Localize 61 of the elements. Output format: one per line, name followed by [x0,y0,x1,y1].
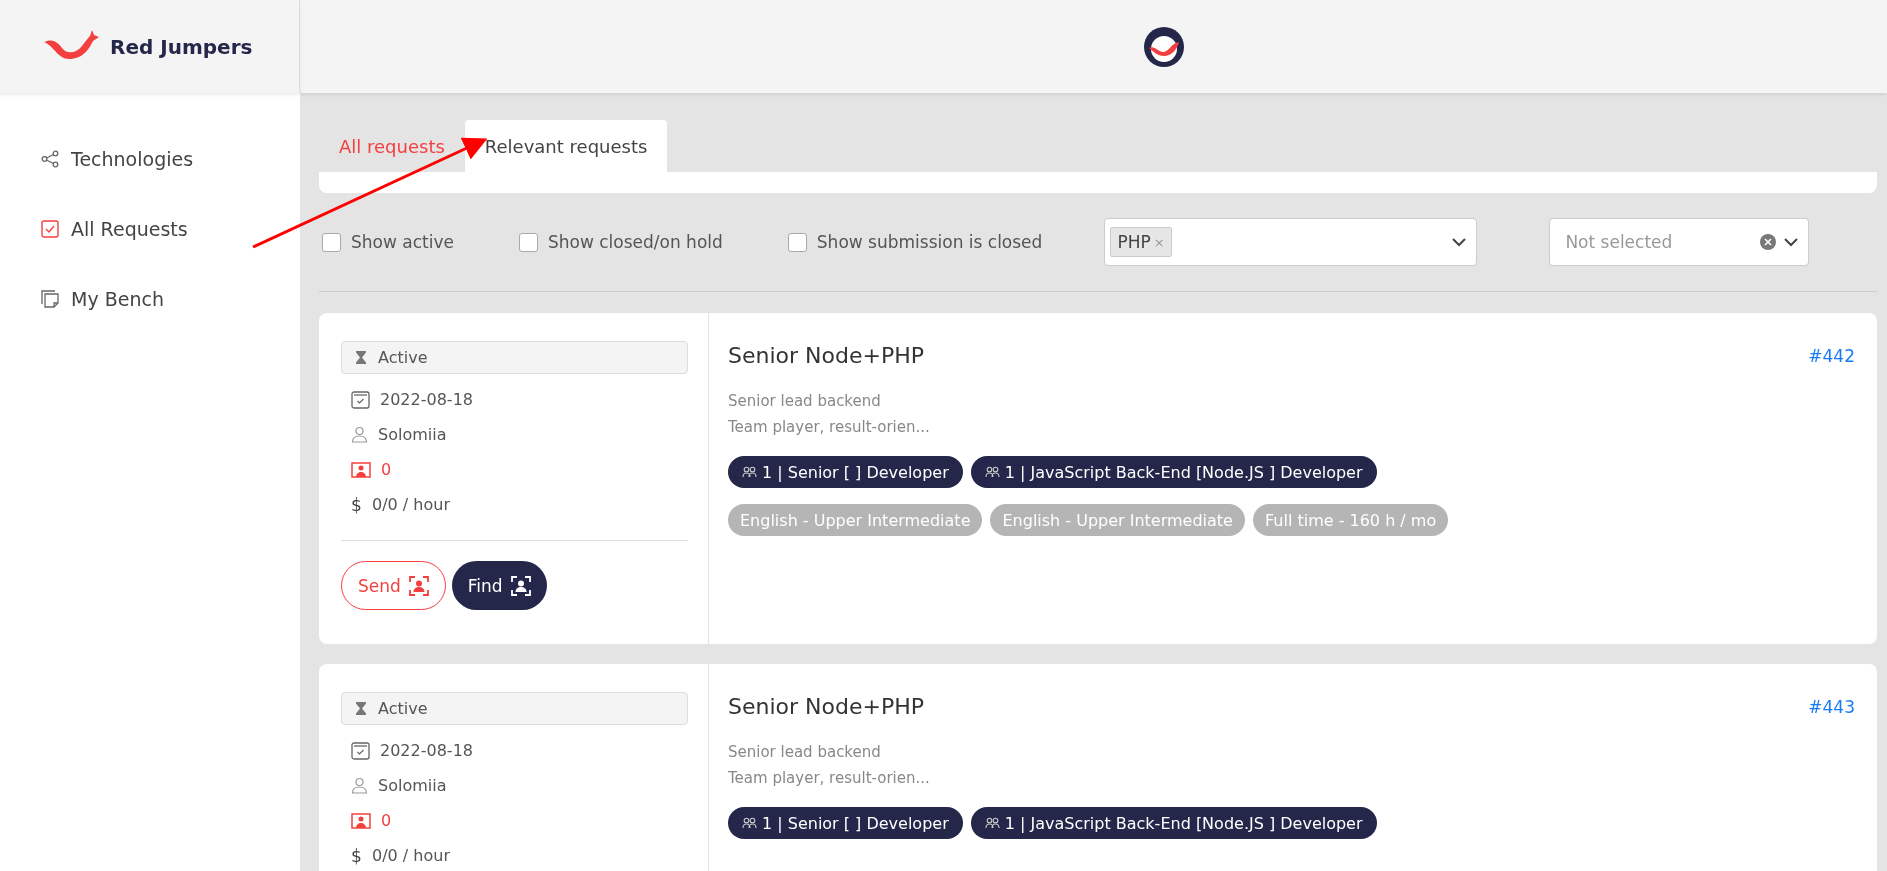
role-tag: 1 | JavaScript Back-End [Node.JS ] Developer [970,456,1377,488]
checkbox-label: Show submission is closed [816,232,1043,252]
request-id-link[interactable]: #443 [1808,696,1855,717]
dollar-sign: $ [351,845,362,866]
rate-text: 0/0 / hour [372,495,450,514]
request-title: Senior Node+PHP [728,694,924,719]
person-card-icon [351,812,371,829]
calendar-icon [351,390,370,409]
description-text: Team player, result-orien... [728,768,931,789]
send-button[interactable]: Send [341,561,446,610]
find-button[interactable]: Find [451,561,547,610]
role-tag: 1 | JavaScript Back-End [Node.JS ] Developer [970,807,1377,839]
owner-name: Solomiia [378,776,447,795]
dollar-sign: $ [351,494,362,515]
person-icon [351,426,368,443]
requirement-tag: English - Upper Intermediate [728,504,983,536]
description-text: Senior lead backend [728,391,882,412]
person-frame-icon [510,575,531,596]
people-icon [742,466,757,478]
request-id-link[interactable]: #442 [1808,345,1855,366]
checkbox-label: Show closed/on hold [547,232,723,252]
clear-icon[interactable] [1760,234,1777,250]
role-tag: 1 | Senior [ ] Developer [728,807,963,839]
request-title: Senior Node+PHP [728,343,924,368]
calendar-icon [351,741,370,760]
hourglass-icon [356,351,366,364]
checkbox[interactable] [322,232,341,252]
candidate-count: 0 [381,811,392,830]
status-label: Active [341,341,688,374]
date-text: 2022-08-18 [380,390,473,409]
chevron-down-icon [1452,237,1467,247]
checkbox[interactable] [787,232,807,252]
requirement-tag: Full time - 160 h / mo [1252,504,1449,536]
owner-name: Solomiia [378,425,447,444]
candidate-count: 0 [381,460,392,479]
sidebar-item[interactable]: My Bench [71,288,164,310]
people-icon [984,466,1000,478]
description-text: Senior lead backend [728,742,882,763]
person-card-icon [351,461,371,478]
checkbox-label: Show active [351,232,454,252]
date-text: 2022-08-18 [380,741,473,760]
person-icon [351,777,368,794]
role-tag: 1 | Senior [ ] Developer [728,456,963,488]
requirement-tag: English - Upper Intermediate [990,504,1245,536]
rate-text: 0/0 / hour [372,846,450,865]
sidebar-item[interactable]: Technologies [71,148,194,170]
hourglass-icon [356,702,366,715]
description-text: Team player, result-orien... [728,417,931,438]
people-icon [984,817,1000,829]
people-icon [742,817,757,829]
person-frame-icon [408,575,429,596]
technology-select[interactable]: PHP × [1104,218,1478,266]
round-logo-icon [1142,25,1185,68]
technology-chip: PHP × [1110,227,1172,257]
tab[interactable]: Relevant requests [464,120,668,172]
brand-name: Red Jumpers [110,34,253,59]
brand-logo[interactable]: Red Jumpers [0,0,300,93]
checkbox[interactable] [518,232,538,252]
chevron-down-icon [1784,237,1799,247]
status-label: Active [341,692,688,725]
sidebar-item[interactable]: All Requests [71,218,188,240]
